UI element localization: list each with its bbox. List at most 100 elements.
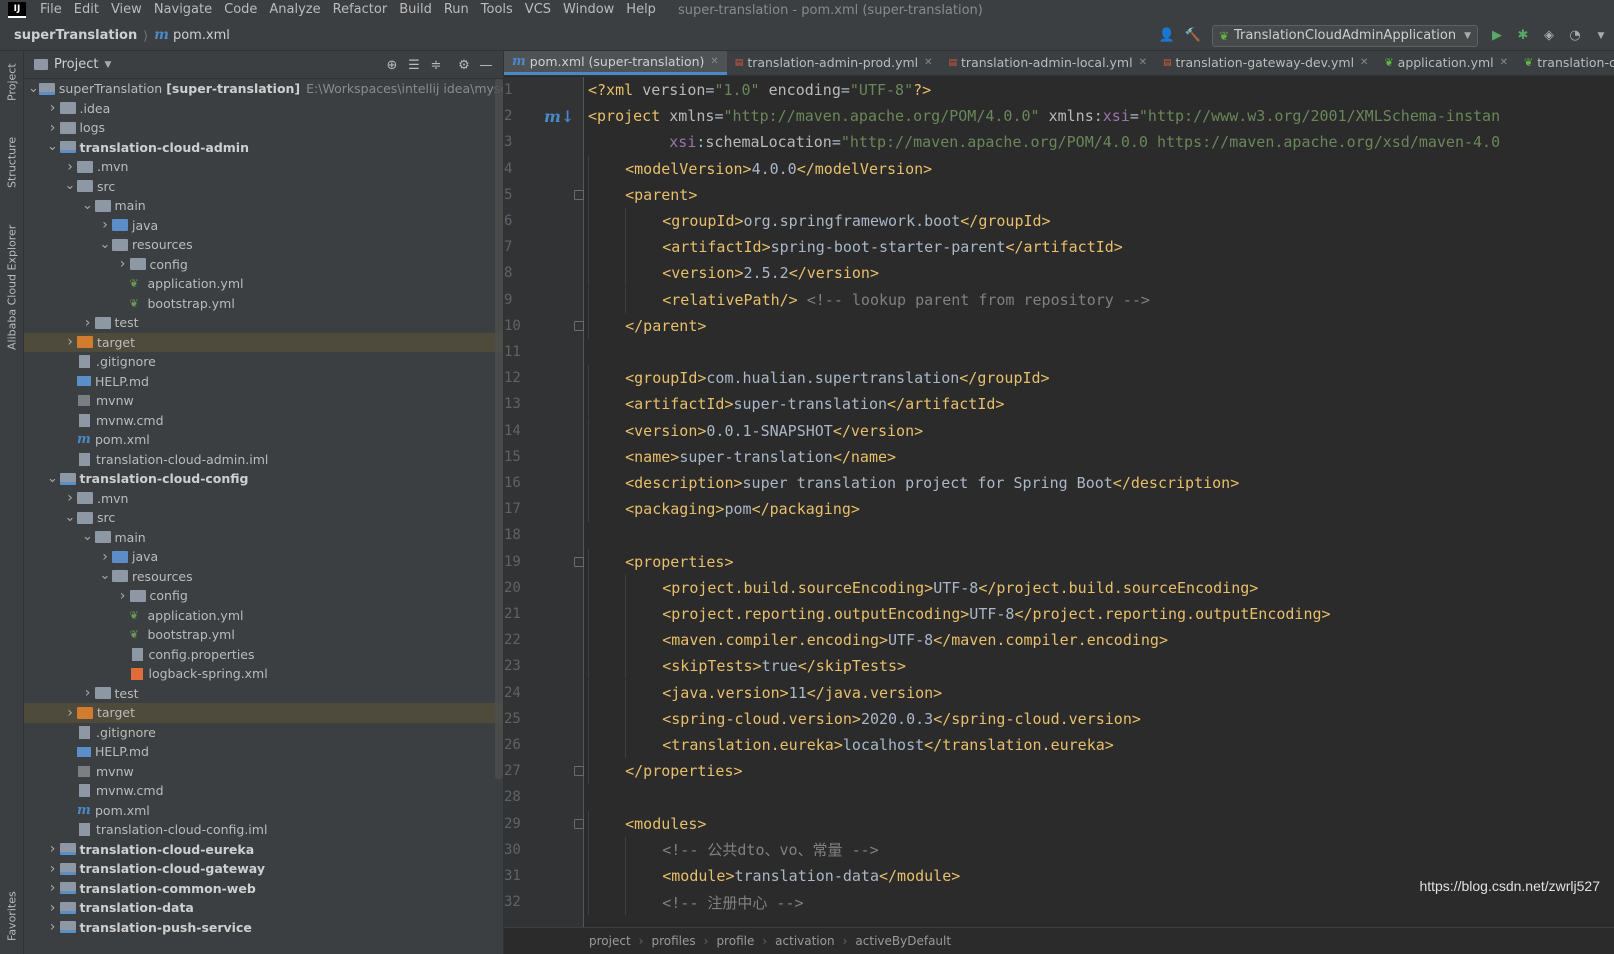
chevron-right-icon[interactable]: › xyxy=(46,841,60,857)
editor-tab[interactable]: m pom.xml (super-translation) ✕ xyxy=(504,51,727,75)
menu-item-view[interactable]: View xyxy=(105,0,148,20)
tree-row[interactable]: › config xyxy=(24,255,503,275)
editor-tab[interactable]: ▤ translation-admin-prod.yml ✕ xyxy=(727,51,941,75)
menu-item-refactor[interactable]: Refactor xyxy=(327,0,394,20)
xml-breadcrumb-item[interactable]: project xyxy=(589,934,631,948)
tree-row[interactable]: ⌄ src xyxy=(24,508,503,528)
tree-row[interactable]: ❦ bootstrap.yml xyxy=(24,625,503,645)
menu-item-analyze[interactable]: Analyze xyxy=(263,0,326,20)
minimize-icon[interactable]: — xyxy=(475,58,497,73)
tree-row[interactable]: › .mvn xyxy=(24,489,503,509)
menu-item-navigate[interactable]: Navigate xyxy=(148,0,218,20)
tree-row[interactable]: › logs xyxy=(24,118,503,138)
chevron-down-icon[interactable]: ⌄ xyxy=(98,569,112,582)
menu-item-code[interactable]: Code xyxy=(218,0,263,20)
close-icon[interactable]: ✕ xyxy=(1500,57,1508,68)
debug-icon[interactable]: ✱ xyxy=(1512,25,1534,47)
expand-all-icon[interactable]: ☰ xyxy=(403,58,425,73)
tree-row[interactable]: .gitignore xyxy=(24,723,503,743)
chevron-right-icon[interactable]: › xyxy=(46,100,60,116)
tree-row[interactable]: mvnw.cmd xyxy=(24,781,503,801)
xml-breadcrumb-item[interactable]: activeByDefault xyxy=(855,934,951,948)
tree-row[interactable]: ⌄ main xyxy=(24,528,503,548)
tree-row[interactable]: logback-spring.xml xyxy=(24,664,503,684)
tree-row[interactable]: mvnw xyxy=(24,391,503,411)
tree-row[interactable]: › translation-push-service xyxy=(24,918,503,938)
tree-row[interactable]: › target xyxy=(24,332,503,352)
chevron-down-icon[interactable]: ⌄ xyxy=(98,238,112,251)
gear-icon[interactable]: ⚙ xyxy=(453,58,475,73)
tree-row[interactable]: ❦ application.yml xyxy=(24,606,503,626)
chevron-right-icon[interactable]: › xyxy=(46,919,60,935)
chevron-right-icon[interactable]: › xyxy=(46,900,60,916)
tree-row[interactable]: ❦ bootstrap.yml xyxy=(24,294,503,314)
tree-row[interactable]: ⌄ main xyxy=(24,196,503,216)
chevron-down-icon[interactable]: ⌄ xyxy=(46,472,60,485)
fold-marker-icon[interactable] xyxy=(574,189,584,200)
locate-icon[interactable]: ⊕ xyxy=(381,58,403,73)
tree-row[interactable]: ⌄ resources xyxy=(24,235,503,255)
chevron-down-icon[interactable]: ⌄ xyxy=(81,530,95,543)
fold-marker-icon[interactable] xyxy=(574,556,584,567)
editor-tab[interactable]: ▤ translation-admin-local.yml ✕ xyxy=(941,51,1155,75)
breadcrumb-file[interactable]: pom.xml xyxy=(173,28,230,43)
fold-marker-icon[interactable] xyxy=(574,766,584,777)
menu-item-vcs[interactable]: VCS xyxy=(519,0,557,20)
chevron-right-icon[interactable]: › xyxy=(46,120,60,136)
tree-row[interactable]: HELP.md xyxy=(24,742,503,762)
tree-row[interactable]: ⌄ translation-cloud-admin xyxy=(24,138,503,158)
tool-tab-structure[interactable]: Structure xyxy=(2,127,22,197)
breadcrumb-project[interactable]: superTranslation xyxy=(14,28,137,43)
tree-row[interactable]: mvnw.cmd xyxy=(24,411,503,431)
tree-row[interactable]: › .idea xyxy=(24,99,503,119)
tree-row[interactable]: › test xyxy=(24,313,503,333)
menu-item-run[interactable]: Run xyxy=(438,0,475,20)
chevron-right-icon[interactable]: › xyxy=(98,549,112,565)
chevron-down-icon[interactable]: ⌄ xyxy=(81,199,95,212)
tool-tab-favorites[interactable]: Favorites xyxy=(2,881,22,951)
editor-tab[interactable]: ❦ application.yml ✕ xyxy=(1376,51,1516,75)
menu-item-edit[interactable]: Edit xyxy=(68,0,105,20)
menu-item-build[interactable]: Build xyxy=(393,0,438,20)
xml-breadcrumb-item[interactable]: profile xyxy=(716,934,754,948)
tree-row[interactable]: ⌄ translation-cloud-config xyxy=(24,469,503,489)
more-chevron-down-icon[interactable]: ▼ xyxy=(1590,25,1612,47)
tree-row[interactable]: › target xyxy=(24,703,503,723)
run-config-selector[interactable]: ❦ TranslationCloudAdminApplication ▼ xyxy=(1211,24,1478,47)
fold-marker-icon[interactable] xyxy=(574,320,584,331)
tree-row[interactable]: translation-cloud-admin.iml xyxy=(24,450,503,470)
editor-tab[interactable]: ❦translation-clou xyxy=(1516,51,1614,75)
chevron-right-icon[interactable]: › xyxy=(116,256,130,272)
tree-row[interactable]: .gitignore xyxy=(24,352,503,372)
chevron-right-icon[interactable]: › xyxy=(98,217,112,233)
chevron-right-icon[interactable]: › xyxy=(63,334,77,350)
tree-row[interactable]: mvnw xyxy=(24,762,503,782)
chevron-right-icon[interactable]: › xyxy=(63,490,77,506)
maven-gutter-icon[interactable]: m↓ xyxy=(544,103,574,129)
tree-row[interactable]: › translation-common-web xyxy=(24,879,503,899)
profile-icon[interactable]: ◔ xyxy=(1564,25,1586,47)
tool-tab-alibaba-cloud[interactable]: Alibaba Cloud Explorer xyxy=(2,217,22,357)
tree-row[interactable]: › java xyxy=(24,216,503,236)
fold-marker-icon[interactable] xyxy=(574,818,584,829)
tree-row[interactable]: translation-cloud-config.iml xyxy=(24,820,503,840)
chevron-down-icon[interactable]: ▼ xyxy=(104,60,111,70)
tree-row[interactable]: › translation-cloud-eureka xyxy=(24,840,503,860)
tree-row[interactable]: › config xyxy=(24,586,503,606)
xml-breadcrumb-item[interactable]: activation xyxy=(775,934,834,948)
tool-tab-project[interactable]: Project xyxy=(2,57,22,107)
user-icon[interactable]: 👤 xyxy=(1156,25,1178,47)
tree-row[interactable]: ⌄ src xyxy=(24,177,503,197)
tree-row[interactable]: ⌄ resources xyxy=(24,567,503,587)
close-icon[interactable]: ✕ xyxy=(924,57,932,68)
tree-row[interactable]: › translation-cloud-gateway xyxy=(24,859,503,879)
menu-item-help[interactable]: Help xyxy=(620,0,662,20)
tree-row[interactable]: config.properties xyxy=(24,645,503,665)
chevron-down-icon[interactable]: ⌄ xyxy=(46,140,60,153)
build-hammer-icon[interactable]: 🔨 xyxy=(1182,25,1204,47)
tree-row[interactable]: m pom.xml xyxy=(24,430,503,450)
tree-row[interactable]: › translation-data xyxy=(24,898,503,918)
chevron-right-icon[interactable]: › xyxy=(81,685,95,701)
chevron-right-icon[interactable]: › xyxy=(46,861,60,877)
menu-item-tools[interactable]: Tools xyxy=(475,0,519,20)
